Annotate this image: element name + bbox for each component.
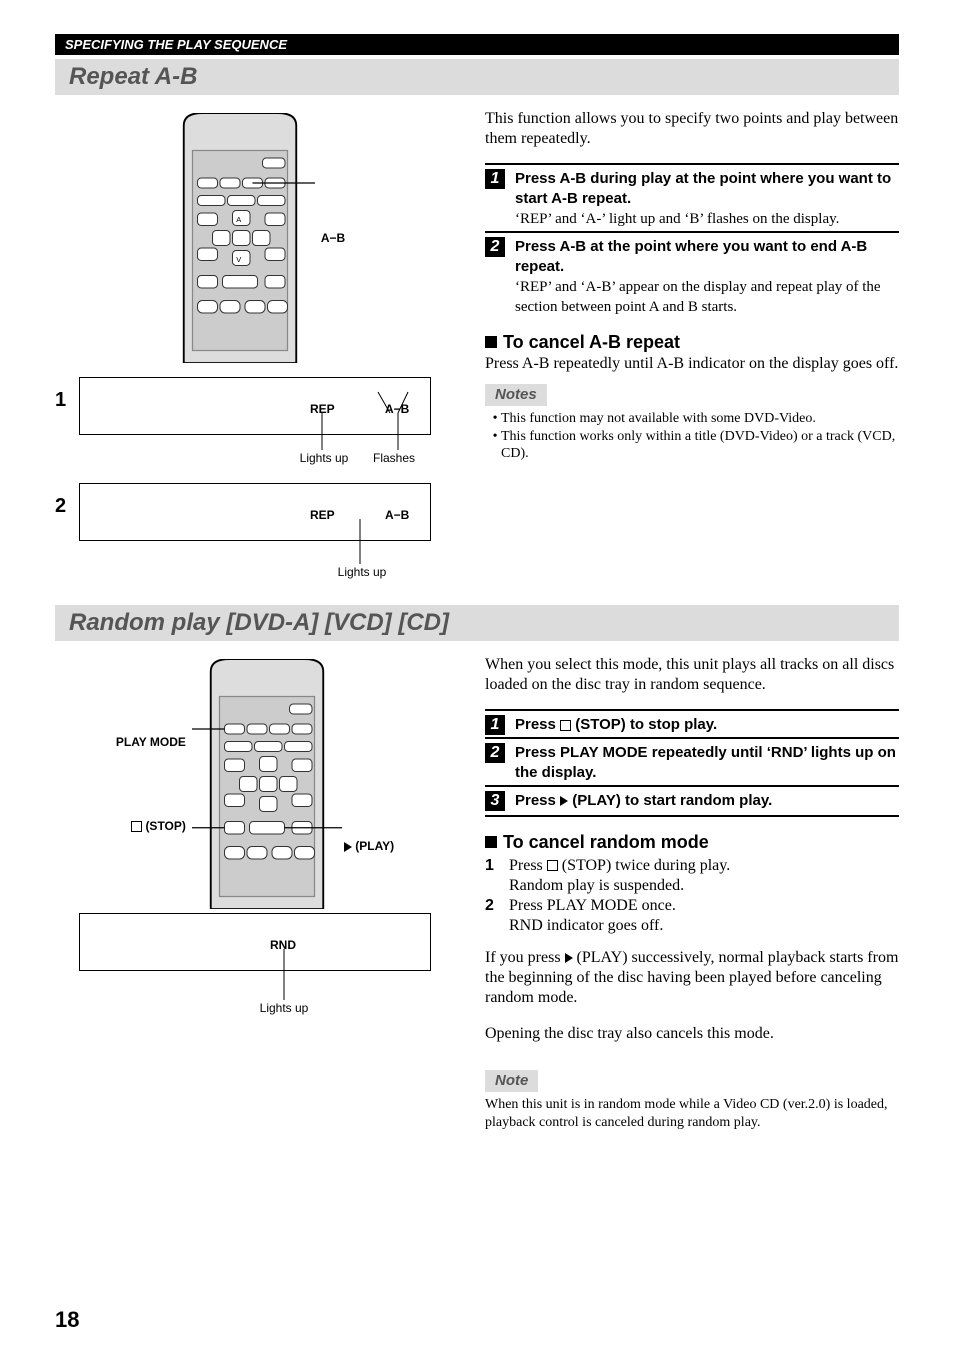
repeat-note-2: This function works only within a title … <box>501 428 899 463</box>
cancel-random-heading: To cancel random mode <box>485 831 899 854</box>
svg-text:A: A <box>236 215 241 224</box>
cancel-ab-heading: To cancel A-B repeat <box>485 331 899 354</box>
repeat-ab-title: Repeat A-B <box>55 59 899 95</box>
cancel-r1a: Press (STOP) twice during play. <box>509 857 730 874</box>
note-heading: Note <box>485 1070 538 1093</box>
repeat-intro: This function allows you to specify two … <box>485 109 899 149</box>
repeat-note-1: This function may not available with som… <box>501 410 899 428</box>
cancel-r2a: Press PLAY MODE once. <box>509 897 676 914</box>
display-panel-2: REP A−B <box>79 483 431 541</box>
display-panel-1: REP A−B <box>79 377 431 435</box>
display2-number: 2 <box>55 483 79 518</box>
cancel-ab-body: Press A-B repeatedly until A-B indicator… <box>485 354 899 374</box>
display-panel-rnd: RND <box>79 913 431 971</box>
rstep2: Press PLAY MODE repeatedly until ‘RND’ l… <box>515 744 896 781</box>
svg-text:V: V <box>236 255 241 264</box>
disp2-lights: Lights up <box>327 565 397 579</box>
random-note-body: When this unit is in random mode while a… <box>485 1096 899 1131</box>
rstep-number-2: 2 <box>485 743 505 763</box>
rstep-number-1: 1 <box>485 715 505 735</box>
page-number: 18 <box>55 1307 79 1333</box>
rstep1: Press (STOP) to stop play. <box>515 716 717 733</box>
step1-bold: Press A-B during play at the point where… <box>515 170 891 207</box>
remote-illustration-2 <box>192 659 342 909</box>
random-play-title: Random play [DVD-A] [VCD] [CD] <box>55 605 899 641</box>
play-callout: (PLAY) <box>344 839 394 853</box>
step2-detail: ‘REP’ and ‘A-B’ appear on the display an… <box>515 279 881 315</box>
random-intro: When you select this mode, this unit pla… <box>485 655 899 695</box>
notes-heading: Notes <box>485 384 547 407</box>
playmode-callout: PLAY MODE <box>116 735 190 749</box>
ab-callout: A−B <box>321 231 345 245</box>
stop-callout: (STOP) <box>116 819 190 833</box>
display1-number: 1 <box>55 377 79 412</box>
step-number-2: 2 <box>485 237 505 257</box>
random-after2: Opening the disc tray also cancels this … <box>485 1024 899 1044</box>
section-header: SPECIFYING THE PLAY SEQUENCE <box>55 34 899 55</box>
cancel-r1b: Random play is suspended. <box>509 877 684 894</box>
remote-illustration-1: A V <box>165 113 315 363</box>
step-number-1: 1 <box>485 169 505 189</box>
cancel-r2b: RND indicator goes off. <box>509 917 663 934</box>
random-after: If you press (PLAY) successively, normal… <box>485 948 899 1008</box>
step2-bold: Press A-B at the point where you want to… <box>515 238 867 275</box>
rstep3: Press (PLAY) to start random play. <box>515 792 772 809</box>
rstep-number-3: 3 <box>485 791 505 811</box>
step1-detail: ‘REP’ and ‘A-’ light up and ‘B’ flashes … <box>515 211 839 227</box>
